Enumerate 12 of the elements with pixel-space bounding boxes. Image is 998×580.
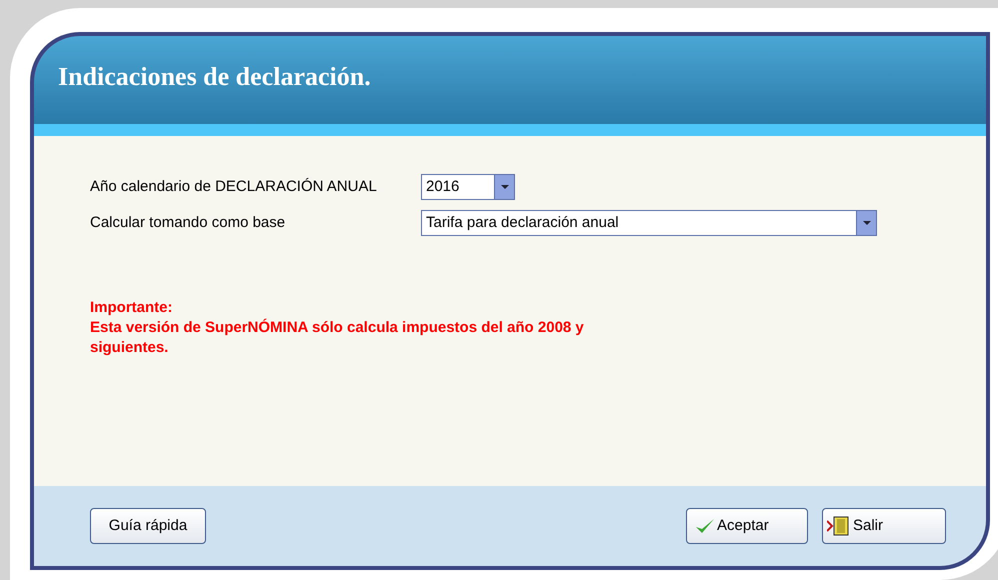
checkmark-icon bbox=[695, 517, 715, 535]
door-icon bbox=[827, 516, 851, 536]
window-title: Indicaciones de declaración. bbox=[58, 60, 371, 92]
notice-heading: Importante: bbox=[90, 298, 174, 318]
field-label: Año calendario de DECLARACIÓN ANUAL bbox=[90, 176, 378, 197]
dropdown-field[interactable]: 2016 bbox=[421, 174, 515, 200]
exit-button[interactable]: Salir bbox=[822, 508, 946, 544]
quick-guide-button[interactable]: Guía rápida bbox=[90, 508, 206, 544]
accept-button[interactable]: Aceptar bbox=[686, 508, 808, 544]
notice-text: Esta versión de SuperNÓMINA sólo calcula impuestos del año 2008 y siguientes. bbox=[90, 318, 585, 358]
dropdown-field[interactable]: Tarifa para declaración anual bbox=[421, 210, 877, 236]
field-label: Calcular tomando como base bbox=[90, 212, 286, 233]
